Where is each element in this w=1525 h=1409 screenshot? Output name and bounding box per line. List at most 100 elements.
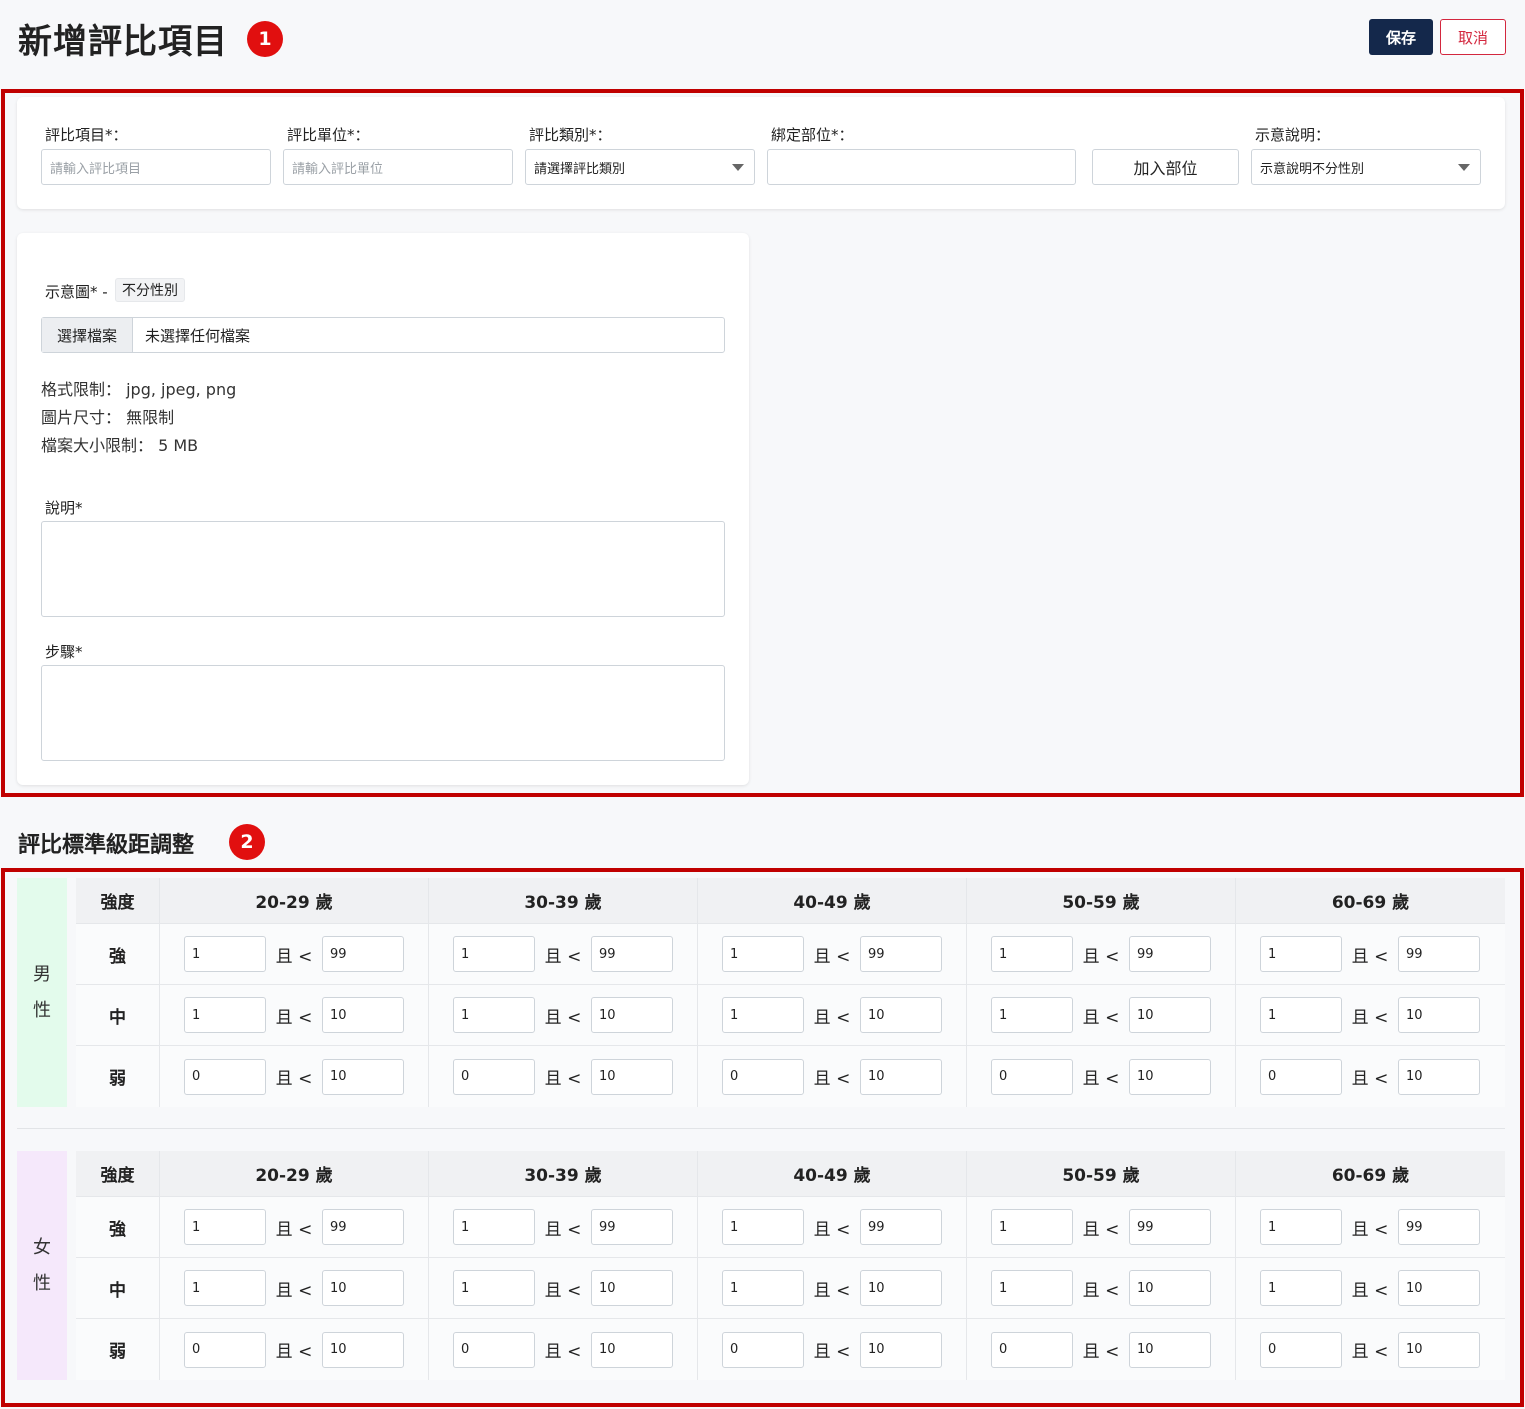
min-input[interactable]: 1	[184, 997, 266, 1033]
max-input[interactable]: 99	[322, 936, 404, 972]
max-input[interactable]: 10	[322, 997, 404, 1033]
min-input[interactable]: 0	[184, 1331, 266, 1368]
max-input[interactable]: 10	[322, 1058, 404, 1095]
min-input[interactable]: 0	[453, 1331, 535, 1368]
desc-mode-select[interactable]: 示意說明不分性別	[1251, 149, 1481, 185]
min-input[interactable]: 1	[184, 1209, 266, 1245]
min-input[interactable]: 1	[453, 936, 535, 972]
min-input[interactable]: 1	[184, 1270, 266, 1306]
max-input[interactable]: 99	[1129, 936, 1211, 972]
cancel-button[interactable]: 取消	[1440, 19, 1506, 55]
min-input[interactable]: 1	[991, 1270, 1073, 1306]
gender-tag: 不分性別	[115, 278, 185, 302]
min-input[interactable]: 1	[184, 936, 266, 972]
min-input[interactable]: 0	[991, 1331, 1073, 1368]
table-row: 弱0且 <10 0 且 <10 0 且 <10 0 且 <10 0 且 <10	[76, 1046, 1505, 1107]
table-row: 強1且 <99 1 且 <99 1 且 <99 1 且 <99 1 且 <99	[76, 1197, 1505, 1258]
min-input[interactable]: 1	[722, 1209, 804, 1245]
max-input[interactable]: 10	[860, 1270, 942, 1306]
strength-level: 弱	[76, 1046, 160, 1107]
item-input[interactable]: 請輸入評比項目	[41, 149, 271, 185]
min-input[interactable]: 1	[453, 1270, 535, 1306]
min-input[interactable]: 1	[722, 936, 804, 972]
max-input[interactable]: 10	[860, 1058, 942, 1095]
gender-female: 女 性	[17, 1151, 67, 1380]
min-input[interactable]: 1	[453, 997, 535, 1033]
min-input[interactable]: 1	[722, 997, 804, 1033]
description-textarea[interactable]	[41, 521, 725, 617]
range-cell: 1 且 < 99	[698, 924, 967, 984]
max-input[interactable]: 10	[1398, 1331, 1480, 1368]
range-cell: 1 且 < 99	[1236, 1197, 1505, 1257]
min-input[interactable]: 1	[991, 997, 1073, 1033]
max-input[interactable]: 10	[591, 1058, 673, 1095]
steps-textarea[interactable]	[41, 665, 725, 761]
min-input[interactable]: 1	[1260, 997, 1342, 1033]
min-input[interactable]: 1	[1260, 936, 1342, 972]
max-input[interactable]: 10	[591, 1270, 673, 1306]
max-input[interactable]: 10	[860, 1331, 942, 1368]
range-cell: 0 且 < 10	[967, 1046, 1236, 1107]
max-input[interactable]: 10	[1129, 1331, 1211, 1368]
max-input[interactable]: 99	[322, 1209, 404, 1245]
min-input[interactable]: 0	[722, 1058, 804, 1095]
min-input[interactable]: 1	[991, 1209, 1073, 1245]
max-input[interactable]: 10	[1398, 1058, 1480, 1095]
max-input[interactable]: 10	[1129, 997, 1211, 1033]
add-part-button[interactable]: 加入部位	[1092, 149, 1239, 185]
compare-label: 且 <	[813, 1007, 851, 1028]
max-input[interactable]: 99	[1398, 1209, 1480, 1245]
range-cell: 1 且 < 10	[698, 1258, 967, 1318]
min-input[interactable]: 0	[1260, 1058, 1342, 1095]
steps-label: 步驟*	[45, 643, 83, 661]
range-cell: 1 且 < 99	[967, 924, 1236, 984]
max-input[interactable]: 10	[591, 997, 673, 1033]
age-header: 20-29 歲	[160, 1151, 429, 1196]
max-input[interactable]: 10	[322, 1270, 404, 1306]
compare-label: 且 <	[544, 946, 582, 967]
max-input[interactable]: 10	[1398, 1270, 1480, 1306]
range-cell: 0 且 < 10	[698, 1319, 967, 1380]
compare-label: 且 <	[813, 946, 851, 967]
gender-char: 性	[33, 999, 51, 1021]
max-input[interactable]: 10	[1129, 1270, 1211, 1306]
min-input[interactable]: 0	[722, 1331, 804, 1368]
min-input[interactable]: 0	[453, 1058, 535, 1095]
gender-char: 女	[33, 1236, 51, 1258]
max-input[interactable]: 99	[1129, 1209, 1211, 1245]
min-input[interactable]: 1	[1260, 1209, 1342, 1245]
max-input[interactable]: 99	[591, 936, 673, 972]
max-input[interactable]: 99	[860, 936, 942, 972]
range-cell: 0 且 < 10	[1236, 1046, 1505, 1107]
table-row: 中1且 <10 1 且 <10 1 且 <10 1 且 <10 1 且 <10	[76, 1258, 1505, 1319]
file-input[interactable]: 選擇檔案 未選擇任何檔案	[41, 317, 725, 353]
bind-part-input[interactable]	[767, 149, 1076, 185]
choose-file-button[interactable]: 選擇檔案	[42, 318, 133, 352]
unit-input[interactable]: 請輸入評比單位	[283, 149, 513, 185]
min-input[interactable]: 0	[1260, 1331, 1342, 1368]
min-input[interactable]: 0	[184, 1058, 266, 1095]
max-input[interactable]: 10	[322, 1331, 404, 1368]
max-input[interactable]: 10	[1398, 997, 1480, 1033]
min-input[interactable]: 1	[722, 1270, 804, 1306]
min-input[interactable]: 1	[453, 1209, 535, 1245]
file-name-text: 未選擇任何檔案	[145, 326, 251, 345]
table-row: 弱0且 <10 0 且 <10 0 且 <10 0 且 <10 0 且 <10	[76, 1319, 1505, 1380]
max-input[interactable]: 99	[860, 1209, 942, 1245]
max-input[interactable]: 10	[591, 1331, 673, 1368]
max-input[interactable]: 99	[1398, 936, 1480, 972]
max-input[interactable]: 99	[591, 1209, 673, 1245]
save-button[interactable]: 保存	[1369, 19, 1433, 55]
table-row: 中1且 <10 1 且 <10 1 且 <10 1 且 <10 1 且 <10	[76, 985, 1505, 1046]
category-select[interactable]: 請選擇評比類別	[525, 149, 755, 185]
min-input[interactable]: 1	[991, 936, 1073, 972]
category-label: 評比類別*：	[529, 126, 612, 144]
compare-label: 且 <	[1351, 1069, 1389, 1089]
max-input[interactable]: 10	[860, 997, 942, 1033]
max-input[interactable]: 10	[1129, 1058, 1211, 1095]
min-input[interactable]: 1	[1260, 1270, 1342, 1306]
compare-label: 且 <	[813, 1342, 851, 1362]
min-input[interactable]: 0	[991, 1058, 1073, 1095]
range-cell: 1 且 < 99	[429, 924, 698, 984]
compare-label: 且 <	[544, 1342, 582, 1362]
